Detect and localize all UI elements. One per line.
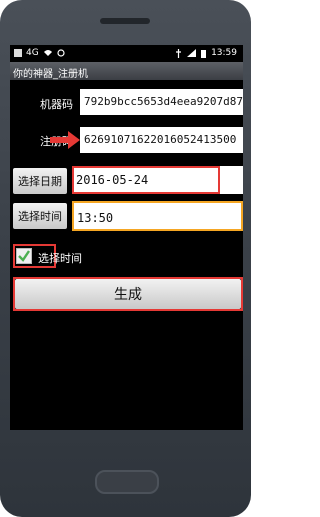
notification-icon bbox=[14, 49, 22, 57]
select-time-button[interactable]: 选择时间 bbox=[13, 203, 67, 229]
usb-icon bbox=[176, 48, 182, 58]
phone-frame: 4G 13:59 你的神器_注册机 机器码 792b9bcc5653d4eea9… bbox=[0, 0, 251, 517]
machine-code-field[interactable]: 792b9bcc5653d4eea9207d87 bbox=[80, 89, 243, 115]
phone-screen: 4G 13:59 你的神器_注册机 机器码 792b9bcc5653d4eea9… bbox=[10, 45, 243, 430]
reg-code-field[interactable]: 62691071622016052413500 bbox=[80, 127, 243, 153]
date-highlight bbox=[72, 166, 220, 194]
select-date-button[interactable]: 选择日期 bbox=[13, 168, 67, 194]
machine-code-label: 机器码 bbox=[40, 98, 73, 111]
time-field[interactable]: 13:50 bbox=[72, 201, 243, 231]
signal-icon bbox=[187, 49, 197, 57]
app-title: 你的神器_注册机 bbox=[13, 69, 88, 80]
generate-highlight bbox=[13, 277, 243, 311]
status-bar: 4G 13:59 bbox=[10, 45, 243, 62]
home-button[interactable] bbox=[95, 470, 159, 494]
battery-icon bbox=[201, 49, 207, 58]
earpiece bbox=[100, 18, 150, 24]
wifi-icon bbox=[43, 50, 52, 56]
checkbox-label: 选择时间 bbox=[38, 252, 82, 265]
arrow-icon bbox=[50, 131, 80, 149]
status-time: 13:59 bbox=[211, 48, 237, 58]
sync-icon bbox=[57, 49, 65, 57]
app-title-bar: 你的神器_注册机 bbox=[10, 62, 243, 80]
network-label: 4G bbox=[26, 48, 39, 58]
